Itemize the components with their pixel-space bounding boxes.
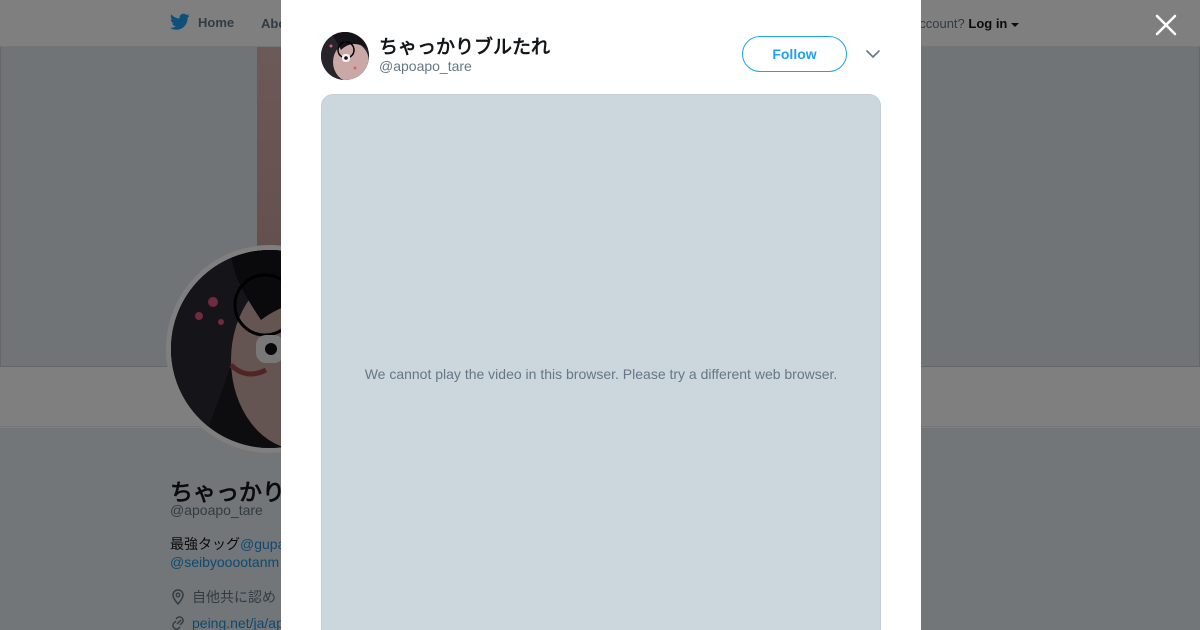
close-icon <box>1155 14 1177 36</box>
author-handle[interactable]: @apoapo_tare <box>379 58 472 74</box>
more-options-button[interactable] <box>862 46 884 62</box>
close-button[interactable] <box>1153 12 1179 38</box>
author-avatar-image <box>321 32 369 80</box>
tweet-modal: ちゃっかりブルたれ @apoapo_tare Follow We cannot … <box>281 0 921 630</box>
follow-button[interactable]: Follow <box>742 36 847 72</box>
author-name[interactable]: ちゃっかりブルたれ <box>379 32 550 59</box>
video-unsupported-message: We cannot play the video in this browser… <box>364 366 838 382</box>
chevron-down-icon <box>866 50 880 58</box>
video-player[interactable]: We cannot play the video in this browser… <box>321 94 881 630</box>
author-avatar[interactable] <box>321 32 369 80</box>
